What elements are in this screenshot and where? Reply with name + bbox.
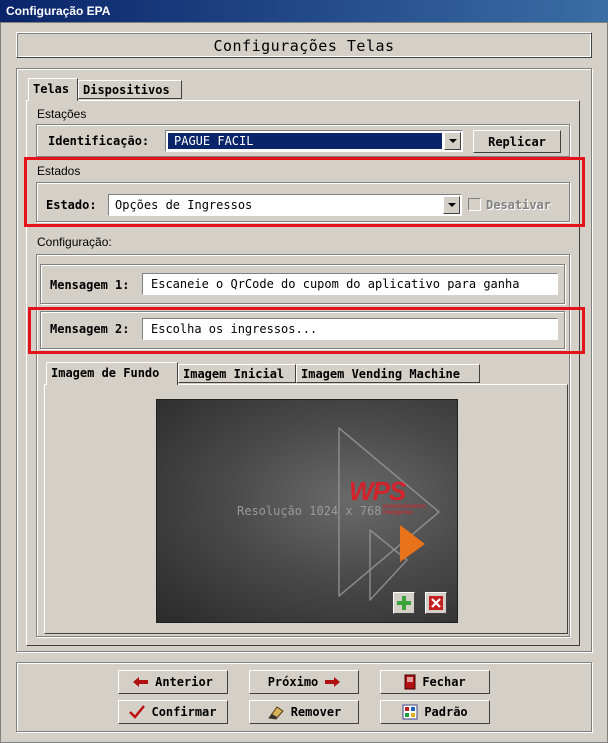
default-settings-icon	[402, 704, 418, 720]
confirmar-button[interactable]: Confirmar	[118, 700, 228, 724]
tab-telas[interactable]: Telas	[28, 78, 78, 101]
wps-logo: WPS	[349, 476, 406, 507]
page-title: Configurações Telas	[213, 37, 395, 55]
remove-image-button[interactable]	[425, 592, 447, 614]
mensagem1-label: Mensagem 1:	[50, 278, 130, 292]
checkmark-icon	[129, 705, 146, 719]
wps-logo-text: WPS	[349, 476, 406, 506]
add-image-button[interactable]	[393, 592, 415, 614]
anterior-label: Anterior	[155, 675, 213, 689]
tab-imagem-inicial-label: Imagem Inicial	[183, 367, 285, 381]
wps-logo-subtext: entretenimentos inteligentes	[383, 504, 427, 516]
window-title-bar[interactable]: Configuração EPA	[0, 0, 608, 22]
mensagem1-input[interactable]: Escaneie o QrCode do cupom do aplicativo…	[142, 273, 558, 295]
proximo-label: Próximo	[267, 675, 319, 689]
tab-imagem-vending-machine[interactable]: Imagem Vending Machine	[296, 364, 480, 383]
identificacao-label: Identificação:	[48, 134, 150, 148]
mensagem2-highlight	[28, 307, 585, 354]
door-exit-icon	[404, 674, 416, 690]
estados-highlight	[24, 157, 585, 227]
arrow-right-icon	[325, 677, 341, 687]
configuracao-group-label: Configuração:	[37, 235, 112, 249]
identificacao-dropdown-button[interactable]	[444, 132, 461, 150]
anterior-button[interactable]: Anterior	[118, 670, 228, 694]
header-panel: Configurações Telas	[16, 32, 592, 58]
remover-button[interactable]: Remover	[249, 700, 359, 724]
fechar-button[interactable]: Fechar	[380, 670, 490, 694]
padrao-label: Padrão	[424, 705, 468, 719]
tab-dispositivos[interactable]: Dispositivos	[78, 80, 182, 99]
plus-icon	[397, 596, 411, 610]
chevron-down-icon	[448, 139, 457, 143]
close-icon	[429, 596, 443, 610]
replicar-label: Replicar	[488, 134, 546, 149]
confirmar-label: Confirmar	[151, 705, 217, 719]
identificacao-value: PAGUE FACIL	[168, 133, 442, 149]
arrow-left-icon	[133, 677, 149, 687]
remover-label: Remover	[290, 705, 342, 719]
estacoes-group-label: Estações	[37, 107, 87, 121]
tab-imagem-de-fundo[interactable]: Imagem de Fundo	[46, 362, 178, 385]
background-image-preview[interactable]: WPS entretenimentos inteligentes Resoluç…	[156, 399, 458, 623]
eraser-icon	[267, 706, 284, 720]
proximo-button[interactable]: Próximo	[249, 670, 359, 694]
identificacao-select[interactable]: PAGUE FACIL	[165, 130, 463, 152]
tab-imagem-de-fundo-label: Imagem de Fundo	[51, 366, 160, 380]
resolution-text: Resolução 1024 x 768	[237, 504, 382, 518]
tab-telas-label: Telas	[33, 82, 70, 96]
fechar-label: Fechar	[422, 675, 466, 689]
replicar-button[interactable]: Replicar	[473, 130, 561, 153]
window-title: Configuração EPA	[6, 4, 111, 18]
padrao-button[interactable]: Padrão	[380, 700, 490, 724]
tab-dispositivos-label: Dispositivos	[83, 83, 170, 97]
tab-imagem-inicial[interactable]: Imagem Inicial	[178, 364, 296, 383]
tab-imagem-vending-machine-label: Imagem Vending Machine	[301, 367, 460, 381]
